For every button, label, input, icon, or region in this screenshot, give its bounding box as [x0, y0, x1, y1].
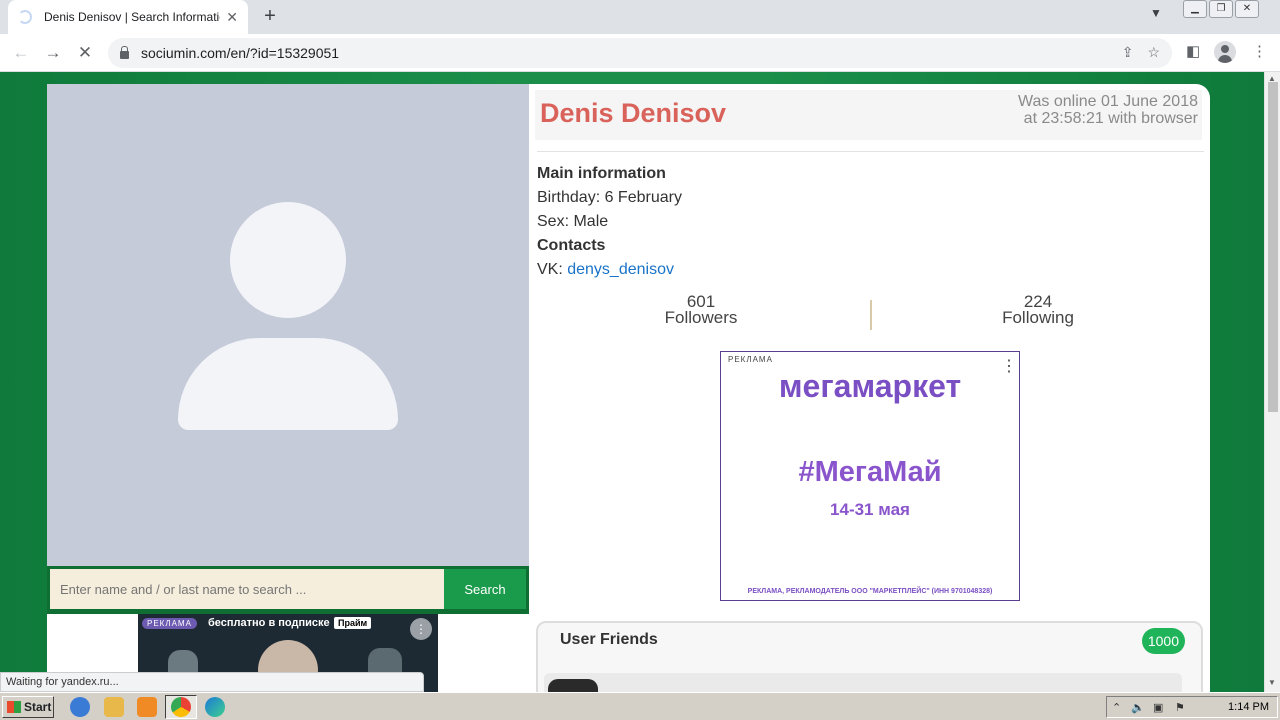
followers-stat[interactable]: 601 Followers	[601, 293, 801, 327]
address-bar[interactable]: sociumin.com/en/?id=15329051 ⇪ ☆	[108, 38, 1172, 68]
side-panel-icon[interactable]: ◧	[1186, 42, 1200, 60]
ad-options-icon[interactable]: ⋮	[410, 618, 432, 640]
window-controls: ▁ ❐ ✕	[1183, 0, 1259, 18]
search-bar: Search	[47, 566, 529, 614]
share-icon[interactable]: ⇪	[1122, 44, 1134, 61]
stats-divider	[870, 300, 872, 330]
chrome-icon	[171, 697, 191, 717]
profile-photo-placeholder	[47, 84, 529, 566]
user-friends-section: User Friends 1000	[536, 621, 1203, 692]
windows-logo-icon	[7, 701, 21, 713]
restore-icon[interactable]: ❐	[1209, 0, 1233, 18]
forward-arrow-icon[interactable]: →	[42, 42, 64, 64]
header-divider	[537, 151, 1204, 152]
avatar-body-shape	[178, 338, 398, 430]
megamarket-advertisement[interactable]: РЕКЛАМА ⋮ мегамаркет #МегаМай 14-31 мая …	[720, 351, 1020, 601]
new-tab-button[interactable]: +	[258, 4, 282, 28]
ad-footer: РЕКЛАМА, РЕКЛАМОДАТЕЛЬ ООО "МАРКЕТПЛЕЙС"…	[747, 588, 993, 595]
tab-search-chevron-icon[interactable]: ▼	[1150, 6, 1162, 20]
back-arrow-icon[interactable]: ←	[10, 42, 32, 64]
browser-tab[interactable]: Denis Denisov | Search Information ✕	[8, 0, 248, 34]
minimize-icon[interactable]: ▁	[1183, 0, 1207, 18]
file-explorer-icon[interactable]	[104, 697, 124, 717]
main-info-heading: Main information	[537, 165, 666, 182]
ad-hashtag: #МегаМай	[798, 456, 942, 488]
volume-icon[interactable]: 🔈	[1131, 701, 1145, 714]
network-icon[interactable]: ▣	[1153, 701, 1163, 714]
friends-title: User Friends	[560, 631, 658, 648]
url-text: sociumin.com/en/?id=15329051	[141, 45, 340, 61]
last-online: Was online 01 June 2018 at 23:58:21 with…	[1018, 93, 1198, 127]
search-button[interactable]: Search	[444, 569, 526, 609]
following-stat[interactable]: 224 Following	[938, 293, 1138, 327]
last-online-date: Was online 01 June 2018	[1018, 93, 1198, 110]
tray-expand-icon[interactable]: ⌃	[1112, 701, 1121, 714]
tab-strip: Denis Denisov | Search Information ✕ + ▼…	[0, 0, 1280, 34]
page-viewport: Search РЕКЛАМА бесплатно в подписке Прай…	[0, 72, 1264, 692]
taskbar-clock[interactable]: 1:14 PM	[1228, 701, 1269, 713]
tab-close-icon[interactable]: ✕	[226, 9, 238, 26]
scrollbar-thumb[interactable]	[1268, 82, 1278, 412]
vk-contact: VK: denys_denisov	[537, 258, 682, 282]
loading-status: Waiting for yandex.ru...	[0, 672, 424, 692]
contacts-heading: Contacts	[537, 237, 606, 254]
profile-name: Denis Denisov	[540, 98, 727, 128]
profile-avatar-icon[interactable]	[1214, 41, 1236, 63]
action-center-flag-icon[interactable]: ⚑	[1175, 701, 1185, 714]
edge-icon[interactable]	[205, 697, 225, 717]
anyrun-watermark: ANY.RUN	[1038, 684, 1248, 692]
system-tray: ⌃ 🔈 ▣ ⚑ 1:14 PM	[1106, 696, 1278, 718]
scroll-down-icon[interactable]: ▼	[1268, 678, 1276, 687]
search-input[interactable]	[50, 569, 444, 609]
start-label: Start	[24, 700, 52, 714]
stop-loading-icon[interactable]: ✕	[74, 42, 96, 64]
following-label: Following	[1002, 308, 1074, 327]
loading-spinner-icon	[18, 10, 32, 24]
ad-text: бесплатно в подписке	[208, 617, 330, 629]
vk-link[interactable]: denys_denisov	[567, 261, 674, 278]
avatar-head-shape	[230, 202, 346, 318]
last-online-time: at 23:58:21 with browser	[1023, 110, 1198, 127]
followers-label: Followers	[664, 308, 738, 327]
menu-kebab-icon[interactable]: ⋮	[1252, 42, 1267, 60]
bookmark-star-icon[interactable]: ☆	[1147, 44, 1160, 61]
ad-dates: 14-31 мая	[830, 500, 910, 519]
vk-label: VK:	[537, 261, 568, 278]
internet-explorer-icon[interactable]	[70, 697, 90, 717]
birthday-text: Birthday: 6 February	[537, 189, 682, 206]
profile-info: Main information Birthday: 6 February Se…	[537, 162, 682, 282]
ad-tag: РЕКЛАМА	[142, 618, 197, 629]
window-close-icon[interactable]: ✕	[1235, 0, 1259, 18]
ad-badge: Прайм	[334, 617, 372, 629]
start-button[interactable]: Start	[2, 696, 54, 718]
ad-brand: мегамаркет	[778, 368, 962, 404]
vertical-scrollbar[interactable]: ▲ ▼	[1264, 72, 1280, 692]
media-player-icon[interactable]	[137, 697, 157, 717]
tab-title: Denis Denisov | Search Information	[44, 10, 221, 24]
sex-text: Sex: Male	[537, 213, 609, 230]
windows-taskbar: Start ⌃ 🔈 ▣ ⚑ 1:14 PM	[0, 692, 1280, 720]
lock-icon	[120, 45, 129, 59]
profile-panel: Denis Denisov Was online 01 June 2018 at…	[529, 84, 1210, 692]
browser-toolbar: ← → ✕ sociumin.com/en/?id=15329051 ⇪ ☆	[0, 34, 1280, 72]
friends-count-badge: 1000	[1141, 628, 1185, 654]
ad-tag: РЕКЛАМА	[728, 355, 773, 364]
follow-stats: 601 Followers 224 Following	[537, 293, 1204, 336]
profile-header: Denis Denisov Was online 01 June 2018 at…	[535, 90, 1202, 140]
friend-avatar[interactable]	[548, 679, 598, 692]
